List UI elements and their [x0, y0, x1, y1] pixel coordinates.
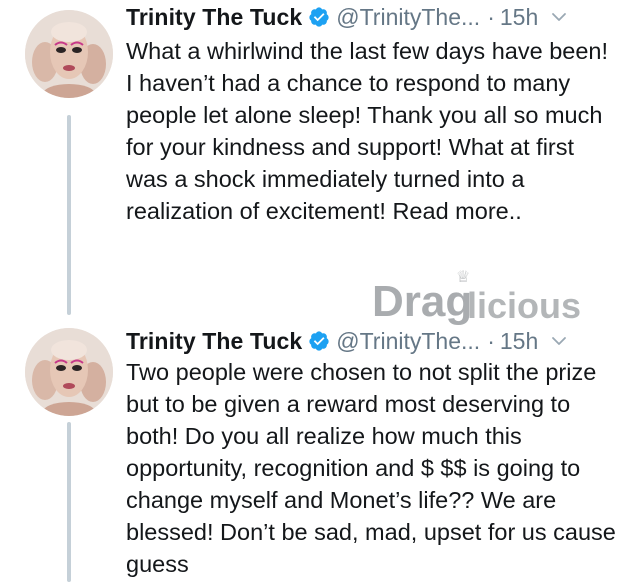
display-name[interactable]: Trinity The Tuck	[126, 2, 302, 32]
chevron-down-icon[interactable]	[550, 332, 568, 350]
tweet-text: Two people were chosen to not split the …	[126, 359, 616, 577]
tweet[interactable]: Trinity The Tuck @TrinityThe... · 15h Tw…	[0, 318, 621, 580]
separator-dot: ·	[487, 328, 495, 354]
tweet-text: What a whirlwind the last few days have …	[126, 38, 609, 224]
watermark-logo: Drag licious ♕	[372, 264, 612, 326]
handle[interactable]: @TrinityThe...	[336, 326, 480, 356]
handle[interactable]: @TrinityThe...	[336, 2, 480, 32]
timestamp[interactable]: 15h	[500, 2, 538, 32]
separator-dot: ·	[487, 4, 495, 30]
verified-badge-icon	[308, 330, 330, 352]
avatar[interactable]	[25, 10, 113, 98]
tweet-header: Trinity The Tuck @TrinityThe... · 15h	[126, 326, 568, 356]
verified-badge-icon	[308, 6, 330, 28]
chevron-down-icon[interactable]	[550, 8, 568, 26]
display-name[interactable]: Trinity The Tuck	[126, 326, 302, 356]
watermark-gem: ♕	[456, 267, 470, 286]
avatar[interactable]	[25, 328, 113, 416]
tweet[interactable]: Trinity The Tuck @TrinityThe... · 15h Wh…	[0, 0, 621, 300]
timestamp[interactable]: 15h	[500, 326, 538, 356]
tweet-header: Trinity The Tuck @TrinityThe... · 15h	[126, 2, 568, 32]
